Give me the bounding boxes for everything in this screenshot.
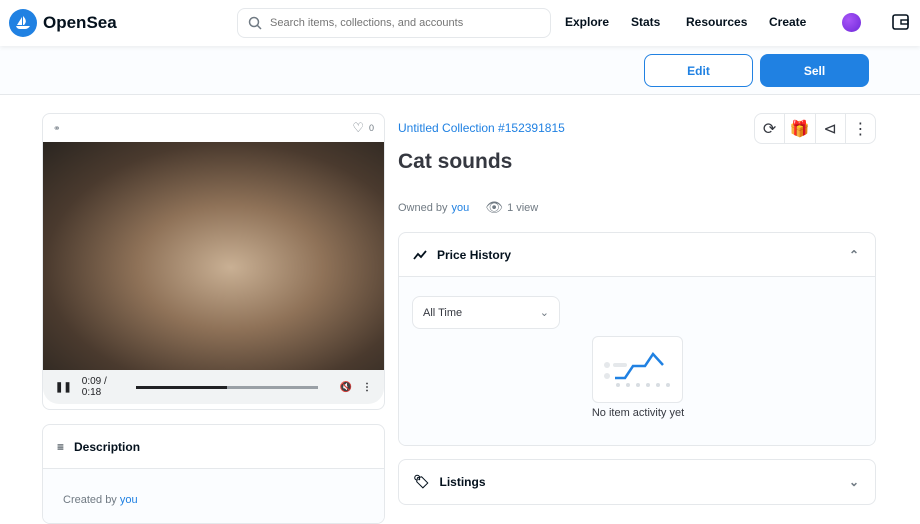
video-controls: ❚❚ 0:09 / 0:18 🔇 ⋮ bbox=[43, 370, 384, 404]
collection-link[interactable]: Untitled Collection #152391815 bbox=[398, 121, 565, 135]
price-history-header[interactable]: Price History ⌃ bbox=[399, 233, 875, 277]
refresh-icon[interactable]: ⟳ bbox=[755, 114, 786, 143]
top-nav: OpenSea Explore Stats Resources Create bbox=[0, 0, 920, 46]
favorite-button[interactable]: ♡ 0 bbox=[352, 120, 374, 136]
more-icon[interactable]: ⋮ bbox=[846, 114, 875, 143]
tag-icon: 🏷 bbox=[413, 474, 430, 489]
share-icon[interactable]: ⊲ bbox=[816, 114, 846, 143]
avatar[interactable] bbox=[842, 13, 861, 32]
owned-by-label: Owned by bbox=[398, 201, 448, 214]
owner-link[interactable]: you bbox=[452, 202, 470, 214]
brand-name[interactable]: OpenSea bbox=[43, 13, 117, 33]
creator-link[interactable]: you bbox=[120, 494, 138, 506]
nav-resources[interactable]: Resources bbox=[686, 15, 747, 29]
listings-panel[interactable]: 🏷 Listings ⌄ bbox=[398, 459, 876, 505]
search-input[interactable] bbox=[270, 17, 540, 29]
trending-icon bbox=[413, 249, 427, 260]
gift-icon[interactable]: 🎁 bbox=[785, 114, 816, 143]
price-history-title: Price History bbox=[437, 247, 512, 262]
chevron-down-icon: ⌄ bbox=[539, 307, 549, 319]
search-icon bbox=[248, 16, 262, 30]
list-lines-icon: ≡ bbox=[57, 439, 65, 454]
media-card: ⚭ ♡ 0 ❚❚ 0:09 / 0:18 🔇 ⋮ bbox=[42, 113, 385, 410]
listings-header[interactable]: 🏷 Listings ⌄ bbox=[399, 460, 875, 504]
heart-icon: ♡ bbox=[352, 120, 364, 135]
link-icon[interactable]: ⚭ bbox=[53, 123, 61, 134]
item-title: Cat sounds bbox=[398, 150, 513, 173]
listings-title: Listings bbox=[439, 475, 486, 489]
more-options-icon[interactable]: ⋮ bbox=[362, 382, 372, 393]
created-by-label: Created by bbox=[63, 494, 117, 506]
video-progress-slider[interactable] bbox=[136, 385, 318, 389]
description-title: Description bbox=[74, 439, 141, 454]
nav-stats[interactable]: Stats bbox=[631, 15, 660, 29]
opensea-logo-icon[interactable] bbox=[9, 9, 37, 37]
chevron-down-icon[interactable]: ⌄ bbox=[849, 475, 859, 489]
like-count: 0 bbox=[368, 123, 374, 133]
ownership-info: Owned by you 👁 1 view bbox=[398, 199, 538, 216]
muted-icon[interactable]: 🔇 bbox=[340, 382, 352, 393]
sell-button[interactable]: Sell bbox=[760, 54, 869, 87]
price-history-panel: Price History ⌃ All Time ⌄ No item activi… bbox=[398, 232, 876, 446]
pause-icon[interactable]: ❚❚ bbox=[55, 382, 72, 393]
view-count: 1 view bbox=[507, 201, 539, 214]
eye-icon: 👁 bbox=[485, 199, 504, 215]
wallet-icon[interactable] bbox=[892, 14, 909, 30]
chevron-up-icon[interactable]: ⌃ bbox=[849, 248, 859, 262]
video-time: 0:09 / 0:18 bbox=[81, 376, 107, 398]
time-range-select[interactable]: All Time ⌄ bbox=[412, 296, 560, 329]
description-header[interactable]: ≡ Description bbox=[43, 425, 384, 469]
search-box[interactable] bbox=[237, 8, 551, 38]
empty-chart-illustration bbox=[592, 336, 683, 403]
time-range-value: All Time bbox=[423, 306, 463, 319]
nav-explore[interactable]: Explore bbox=[565, 15, 609, 29]
video-player[interactable] bbox=[43, 142, 384, 370]
empty-activity-message: No item activity yet bbox=[591, 407, 685, 419]
edit-button[interactable]: Edit bbox=[644, 54, 753, 87]
description-panel: ≡ Description Created by you bbox=[42, 424, 385, 524]
item-actions: ⟳ 🎁 ⊲ ⋮ bbox=[754, 113, 876, 144]
video-progress-fill bbox=[136, 385, 227, 389]
nav-create[interactable]: Create bbox=[769, 15, 806, 29]
